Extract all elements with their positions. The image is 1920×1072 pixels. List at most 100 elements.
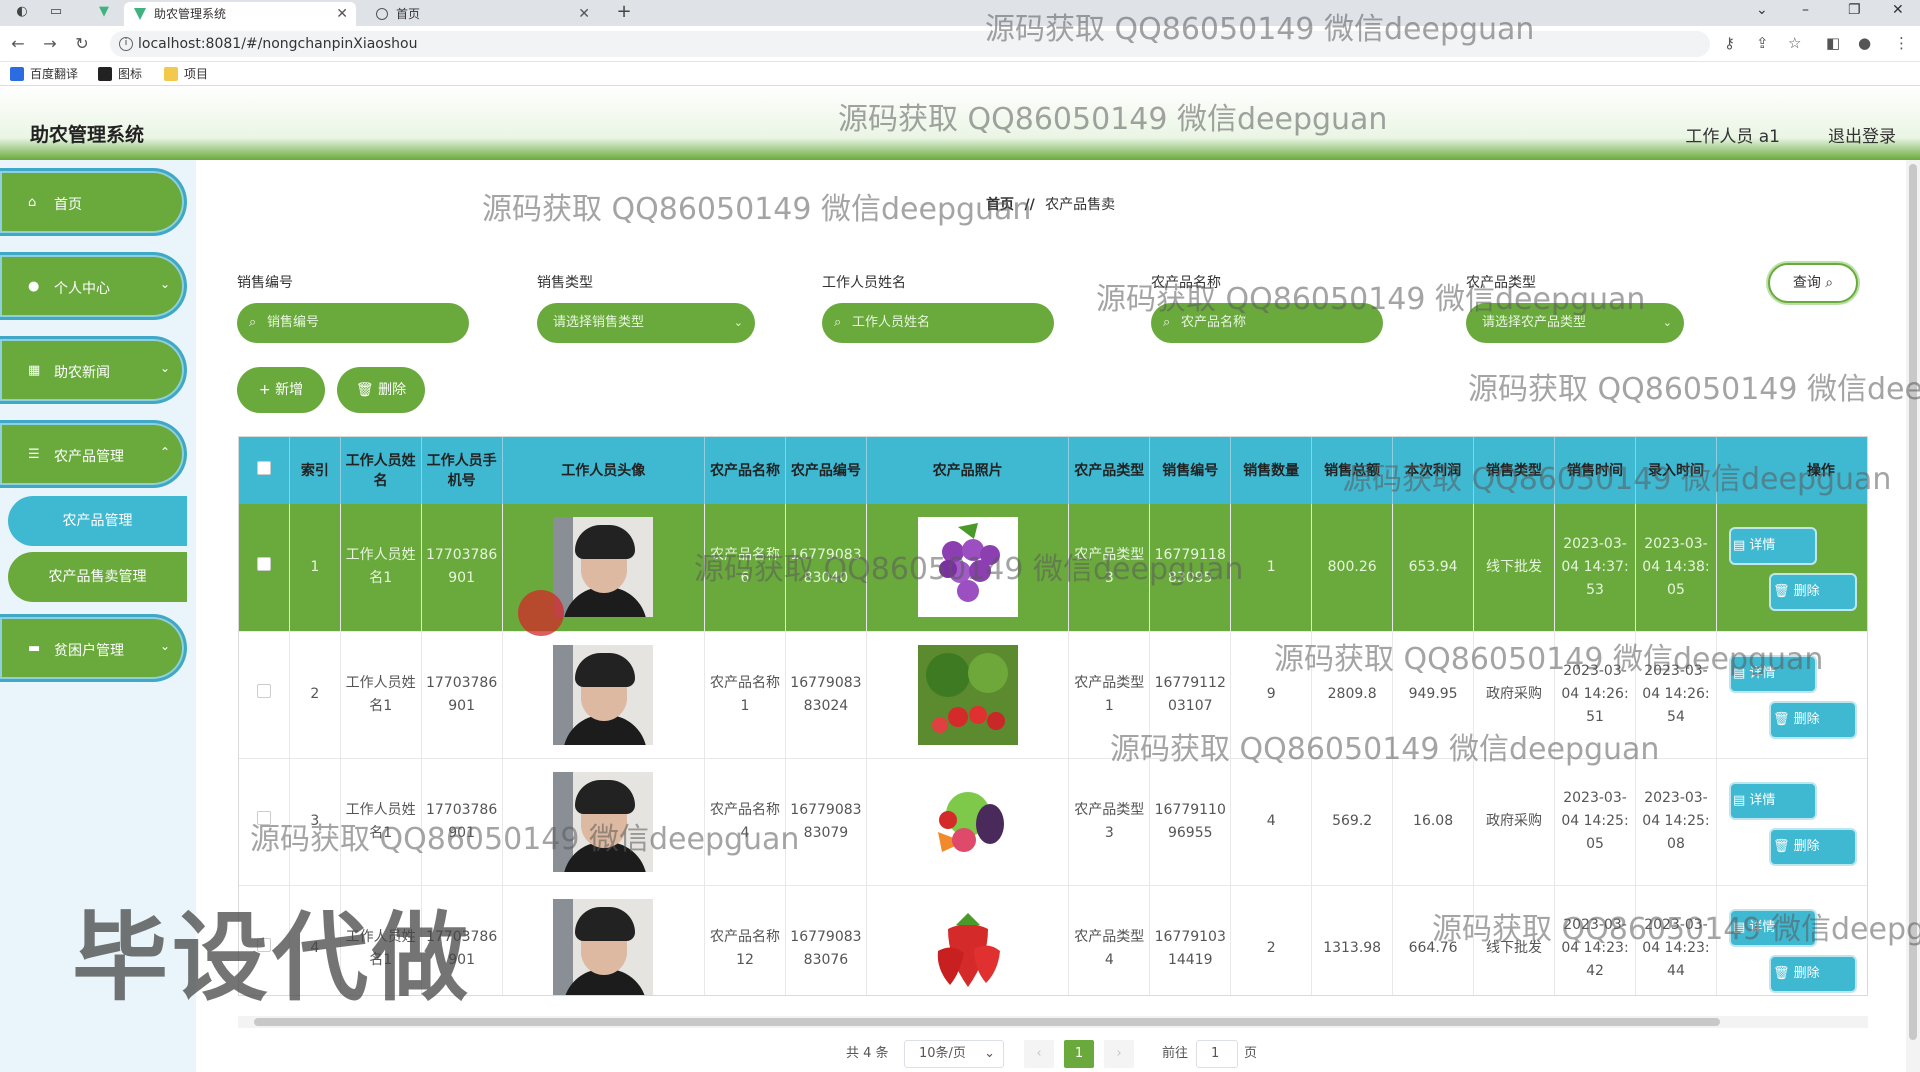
sidebar-item-product-mgmt[interactable]: ☰ 农产品管理 ⌃ xyxy=(0,420,187,488)
row-delete-label: 删除 xyxy=(1793,711,1820,727)
vertical-scrollbar[interactable] xyxy=(1906,160,1920,1072)
folder-icon xyxy=(164,67,178,81)
product-type-select[interactable]: 请选择农产品类型 ⌄ xyxy=(1466,303,1684,343)
cell-operations: ▤ 详情 🗑 删除 xyxy=(1716,504,1867,632)
page-size-select[interactable]: 10条/页 ⌄ xyxy=(904,1040,1004,1068)
more-icon[interactable]: ⋮ xyxy=(1894,34,1909,52)
detail-label: 详情 xyxy=(1749,792,1776,808)
sale-no-input[interactable]: ⌕ 销售编号 xyxy=(237,303,469,343)
sidebar-item-home[interactable]: ⌂ 首页 xyxy=(0,168,187,236)
row-delete-button[interactable]: 🗑 删除 xyxy=(1770,956,1855,991)
goto-page-input[interactable]: 1 xyxy=(1196,1040,1238,1068)
sidebar-item-label: 个人中心 xyxy=(54,281,110,297)
prev-page-button[interactable]: ‹ xyxy=(1024,1040,1054,1068)
cell-sale-time: 2023-03-04 14:26:51 xyxy=(1554,631,1636,759)
sidebar-item-poor-households[interactable]: ▬ 贫困户管理 ⌄ xyxy=(0,614,187,682)
restore-icon[interactable]: ❐ xyxy=(1848,2,1861,18)
info-icon[interactable]: i xyxy=(119,37,133,51)
bookmark-baidu-translate[interactable]: 百度翻译 xyxy=(10,66,78,82)
filter-label-product-name: 农产品名称 xyxy=(1151,275,1221,291)
horizontal-scrollbar[interactable] xyxy=(238,1016,1868,1028)
bookmark-icons[interactable]: 图标 xyxy=(98,66,142,82)
sidebar-item-news[interactable]: ▦ 助农新闻 ⌄ xyxy=(0,336,187,404)
row-checkbox-cell[interactable] xyxy=(239,504,291,632)
vue-logo-icon[interactable]: ▼ xyxy=(96,4,112,20)
column-header: 农产品类型 xyxy=(1068,437,1151,504)
column-header: 录入时间 xyxy=(1635,437,1717,504)
detail-button[interactable]: ▤ 详情 xyxy=(1730,783,1815,818)
row-checkbox-cell[interactable] xyxy=(239,758,291,886)
staff-avatar xyxy=(553,898,654,995)
product-photo xyxy=(917,771,1018,872)
cell-sale-no: 1677911883095 xyxy=(1149,504,1232,632)
close-icon[interactable]: ✕ xyxy=(578,2,590,26)
url-field[interactable]: i localhost:8081/#/nongchanpinXiaoshou xyxy=(110,31,1710,57)
cell-staff-avatar xyxy=(502,631,706,759)
query-button[interactable]: 查询 ⌕ xyxy=(1768,263,1858,303)
row-delete-button[interactable]: 🗑 删除 xyxy=(1770,829,1855,864)
product-name-input[interactable]: ⌕ 农产品名称 xyxy=(1151,303,1383,343)
chrome-menu-icon[interactable]: ◐ xyxy=(14,4,30,20)
tab-placeholder-icon[interactable]: ▭ xyxy=(48,4,64,20)
filter-label-product-type: 农产品类型 xyxy=(1466,275,1536,291)
row-delete-button[interactable]: 🗑 删除 xyxy=(1770,575,1855,610)
next-page-button[interactable]: › xyxy=(1104,1040,1134,1068)
chevron-down-icon[interactable]: ⌄ xyxy=(1756,2,1768,18)
back-icon[interactable]: ← xyxy=(8,34,28,54)
profile-icon[interactable]: ● xyxy=(1858,34,1871,52)
detail-button[interactable]: ▤ 详情 xyxy=(1730,910,1815,945)
sidepanel-icon[interactable]: ◧ xyxy=(1826,34,1840,52)
row-checkbox-cell[interactable] xyxy=(239,631,291,759)
staff-name-input[interactable]: ⌕ 工作人员姓名 xyxy=(822,303,1054,343)
table-header-row: 索引 工作人员姓名 工作人员手机号 工作人员头像 农产品名称 农产品编号 农产品… xyxy=(239,437,1867,504)
table-row[interactable]: 3 工作人员姓名1 17703786901 农产品名称4 16779083830… xyxy=(239,758,1867,886)
cell-product-code: 1677908383040 xyxy=(785,504,867,632)
breadcrumb-home[interactable]: 首页 xyxy=(986,197,1014,213)
sidebar-subitem-product[interactable]: 农产品管理 xyxy=(8,496,187,546)
minimize-icon[interactable]: – xyxy=(1802,2,1809,18)
table-row[interactable]: 2 工作人员姓名1 17703786901 农产品名称1 16779083830… xyxy=(239,631,1867,759)
plus-icon: + xyxy=(258,382,271,398)
row-checkbox[interactable] xyxy=(257,556,272,571)
logout-link[interactable]: 退出登录 xyxy=(1828,122,1896,147)
table-row[interactable]: 4 工作人员姓名1 17703786901 农产品名称12 1677908383… xyxy=(239,885,1867,995)
sale-type-select[interactable]: 请选择销售类型 ⌄ xyxy=(537,303,755,343)
bookmarks-bar: 百度翻译 图标 项目 xyxy=(0,62,1920,86)
list-icon: ☰ xyxy=(28,447,40,462)
select-all-checkbox[interactable] xyxy=(257,460,272,475)
row-checkbox[interactable] xyxy=(257,684,272,698)
sidebar-item-personal-center[interactable]: ● 个人中心 ⌄ xyxy=(0,252,187,320)
row-delete-button[interactable]: 🗑 删除 xyxy=(1770,702,1855,737)
key-icon[interactable]: ⚷ xyxy=(1724,34,1735,52)
cell-profit: 653.94 xyxy=(1392,504,1475,632)
tab-home[interactable]: 首页 ✕ xyxy=(366,2,598,26)
share-icon[interactable]: ⇪ xyxy=(1756,34,1769,52)
select-all-cell[interactable] xyxy=(239,437,291,504)
product-photo xyxy=(917,898,1018,995)
delete-button[interactable]: 🗑 删除 xyxy=(337,367,425,413)
reload-icon[interactable]: ↻ xyxy=(72,34,92,54)
star-icon[interactable]: ☆ xyxy=(1788,34,1801,52)
monitor-icon: ▬ xyxy=(28,641,41,656)
cell-sale-no: 1677910314419 xyxy=(1149,885,1232,995)
sidebar-subitem-product-sales[interactable]: 农产品售卖管理 xyxy=(8,552,187,602)
sidebar-item-label: 贫困户管理 xyxy=(54,643,124,659)
table-row[interactable]: 1 工作人员姓名1 17703786901 农产品名称6 16779083830… xyxy=(239,504,1867,632)
bookmark-project[interactable]: 项目 xyxy=(164,66,208,82)
add-button[interactable]: + 新增 xyxy=(237,367,325,413)
scroll-thumb[interactable] xyxy=(1909,164,1917,1040)
close-window-icon[interactable]: ✕ xyxy=(1892,2,1904,18)
forward-icon[interactable]: → xyxy=(40,34,60,54)
page-number-current[interactable]: 1 xyxy=(1064,1040,1094,1068)
tab-zhunong[interactable]: 助农管理系统 ✕ xyxy=(124,2,356,26)
detail-button[interactable]: ▤ 详情 xyxy=(1730,656,1815,691)
close-icon[interactable]: ✕ xyxy=(336,2,348,26)
row-checkbox[interactable] xyxy=(257,811,272,825)
filter-label-sale-no: 销售编号 xyxy=(237,275,293,291)
new-tab-icon[interactable]: + xyxy=(616,3,632,21)
document-icon: ▤ xyxy=(1732,919,1746,935)
cell-sale-total: 800.26 xyxy=(1311,504,1394,632)
scroll-thumb[interactable] xyxy=(254,1018,1720,1026)
detail-button[interactable]: ▤ 详情 xyxy=(1730,529,1815,564)
cell-sale-time: 2023-03-04 14:37:53 xyxy=(1554,504,1636,632)
